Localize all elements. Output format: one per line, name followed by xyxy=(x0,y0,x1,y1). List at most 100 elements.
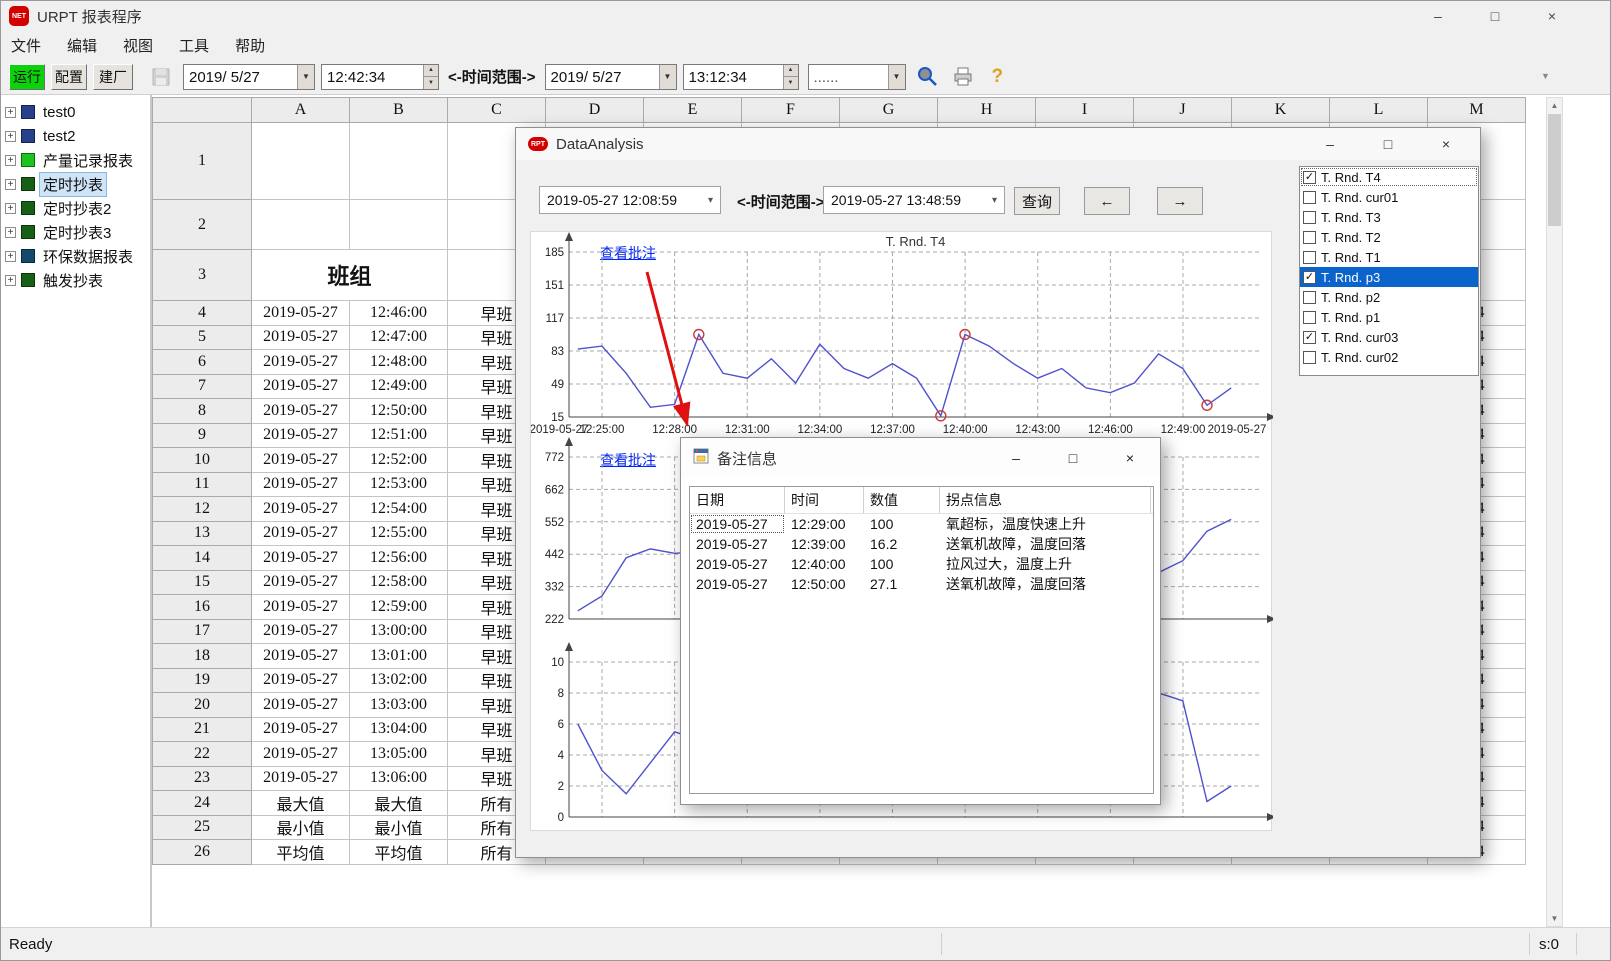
cell-B17[interactable]: 13:00:00 xyxy=(350,620,448,645)
row-header-11[interactable]: 11 xyxy=(152,473,252,498)
printer-icon[interactable] xyxy=(952,66,974,88)
chevron-down-icon[interactable]: ▾ xyxy=(702,195,713,206)
remark-cell[interactable]: 2019-05-27 xyxy=(690,514,785,534)
query-button[interactable]: 查询 xyxy=(1014,187,1060,215)
filter-combo[interactable]: ...... ▼ xyxy=(808,64,906,90)
cell-B14[interactable]: 12:56:00 xyxy=(350,546,448,571)
remarks-column-header-3[interactable]: 拐点信息 xyxy=(940,487,1151,513)
series-checkbox[interactable]: ✓ xyxy=(1303,331,1316,344)
sidebar-item-3[interactable]: +定时抄表 xyxy=(1,172,150,196)
column-header-A[interactable]: A xyxy=(252,97,350,123)
expand-icon[interactable]: + xyxy=(5,251,16,262)
cell-B11[interactable]: 12:53:00 xyxy=(350,473,448,498)
dropdown-arrow-icon[interactable]: ▼ xyxy=(888,65,905,89)
remark-cell[interactable]: 2019-05-27 xyxy=(690,534,785,554)
series-checkbox[interactable] xyxy=(1303,311,1316,324)
row-header-8[interactable]: 8 xyxy=(152,399,252,424)
row-header-3[interactable]: 3 xyxy=(152,250,252,301)
cell-B5[interactable]: 12:47:00 xyxy=(350,326,448,351)
start-date-picker[interactable]: 2019/ 5/27 ▼ xyxy=(183,64,315,90)
dialog-title-bar[interactable]: RPT DataAnalysis – □ × xyxy=(516,128,1480,160)
series-item-4[interactable]: T. Rnd. T1 xyxy=(1300,247,1478,267)
cell-A19[interactable]: 2019-05-27 xyxy=(252,669,350,694)
remark-cell[interactable]: 12:40:00 xyxy=(785,554,864,574)
cell-A9[interactable]: 2019-05-27 xyxy=(252,424,350,449)
sidebar-item-0[interactable]: +test0 xyxy=(1,100,150,124)
remark-cell[interactable]: 2019-05-27 xyxy=(690,574,785,594)
remark-cell[interactable]: 27.1 xyxy=(864,574,940,594)
cell-B8[interactable]: 12:50:00 xyxy=(350,399,448,424)
cell-A11[interactable]: 2019-05-27 xyxy=(252,473,350,498)
cell-A13[interactable]: 2019-05-27 xyxy=(252,522,350,547)
remark-cell[interactable]: 12:50:00 xyxy=(785,574,864,594)
cell-B1[interactable] xyxy=(350,123,448,200)
minimize-button[interactable]: – xyxy=(1320,136,1340,152)
cell-B12[interactable]: 12:54:00 xyxy=(350,497,448,522)
row-header-22[interactable]: 22 xyxy=(152,742,252,767)
series-checkbox[interactable]: ✓ xyxy=(1303,171,1316,184)
expand-icon[interactable]: + xyxy=(5,203,16,214)
row-header-10[interactable]: 10 xyxy=(152,448,252,473)
series-item-5[interactable]: ✓T. Rnd. p3 xyxy=(1300,267,1478,287)
series-checkbox[interactable] xyxy=(1303,291,1316,304)
row-header-23[interactable]: 23 xyxy=(152,767,252,792)
row-header-6[interactable]: 6 xyxy=(152,350,252,375)
cell-A21[interactable]: 2019-05-27 xyxy=(252,718,350,743)
end-time-spinner[interactable]: 13:12:34 ▲▼ xyxy=(683,64,799,90)
series-item-8[interactable]: ✓T. Rnd. cur03 xyxy=(1300,327,1478,347)
cell-A16[interactable]: 2019-05-27 xyxy=(252,595,350,620)
cell-B25[interactable]: 最小值 xyxy=(350,816,448,841)
chevron-down-icon[interactable]: ▾ xyxy=(986,195,997,206)
remark-cell[interactable]: 2019-05-27 xyxy=(690,554,785,574)
remarks-column-header-0[interactable]: 日期 xyxy=(690,487,785,513)
series-item-6[interactable]: T. Rnd. p2 xyxy=(1300,287,1478,307)
cell-A23[interactable]: 2019-05-27 xyxy=(252,767,350,792)
series-checkbox[interactable] xyxy=(1303,351,1316,364)
cell-A17[interactable]: 2019-05-27 xyxy=(252,620,350,645)
search-icon[interactable] xyxy=(916,65,940,89)
series-item-1[interactable]: T. Rnd. cur01 xyxy=(1300,187,1478,207)
cell-B15[interactable]: 12:58:00 xyxy=(350,571,448,596)
column-header-D[interactable]: D xyxy=(546,97,644,123)
remarks-column-header-2[interactable]: 数值 xyxy=(864,487,940,513)
menu-item-0[interactable]: 文件 xyxy=(11,35,41,56)
series-item-9[interactable]: T. Rnd. cur02 xyxy=(1300,347,1478,367)
column-header-C[interactable]: C xyxy=(448,97,546,123)
row-header-7[interactable]: 7 xyxy=(152,375,252,400)
remark-cell[interactable]: 16.2 xyxy=(864,534,940,554)
cell-A8[interactable]: 2019-05-27 xyxy=(252,399,350,424)
maximize-button[interactable]: □ xyxy=(1063,450,1083,466)
analysis-from-picker[interactable]: 2019-05-27 12:08:59▾ xyxy=(539,186,721,214)
cell-B26[interactable]: 平均值 xyxy=(350,840,448,865)
remark-cell[interactable]: 送氧机故障，温度回落 xyxy=(940,534,1151,554)
cell-A22[interactable]: 2019-05-27 xyxy=(252,742,350,767)
column-header-M[interactable]: M xyxy=(1428,97,1526,123)
series-item-7[interactable]: T. Rnd. p1 xyxy=(1300,307,1478,327)
cell-B9[interactable]: 12:51:00 xyxy=(350,424,448,449)
menu-item-2[interactable]: 视图 xyxy=(123,35,153,56)
cell-B7[interactable]: 12:49:00 xyxy=(350,375,448,400)
close-button[interactable]: × xyxy=(1120,450,1140,466)
remark-cell[interactable]: 12:39:00 xyxy=(785,534,864,554)
close-button[interactable]: × xyxy=(1542,8,1562,24)
cell-B10[interactable]: 12:52:00 xyxy=(350,448,448,473)
row-header-5[interactable]: 5 xyxy=(152,326,252,351)
cell-group-header[interactable]: 班组 xyxy=(252,250,448,301)
remark-cell[interactable]: 送氧机故障，温度回落 xyxy=(940,574,1151,594)
cell-B21[interactable]: 13:04:00 xyxy=(350,718,448,743)
cell-B19[interactable]: 13:02:00 xyxy=(350,669,448,694)
expand-icon[interactable]: + xyxy=(5,227,16,238)
dialog-title-bar[interactable]: 备注信息 – □ × xyxy=(681,438,1160,478)
expand-icon[interactable]: + xyxy=(5,131,16,142)
row-header-18[interactable]: 18 xyxy=(152,644,252,669)
cell-B18[interactable]: 13:01:00 xyxy=(350,644,448,669)
cell-A14[interactable]: 2019-05-27 xyxy=(252,546,350,571)
help-icon[interactable]: ? xyxy=(992,66,1004,88)
series-checkbox[interactable] xyxy=(1303,251,1316,264)
minimize-button[interactable]: – xyxy=(1428,8,1448,24)
column-header-H[interactable]: H xyxy=(938,97,1036,123)
sidebar-item-2[interactable]: +产量记录报表 xyxy=(1,148,150,172)
row-header-26[interactable]: 26 xyxy=(152,840,252,865)
cell-A24[interactable]: 最大值 xyxy=(252,791,350,816)
row-header-15[interactable]: 15 xyxy=(152,571,252,596)
